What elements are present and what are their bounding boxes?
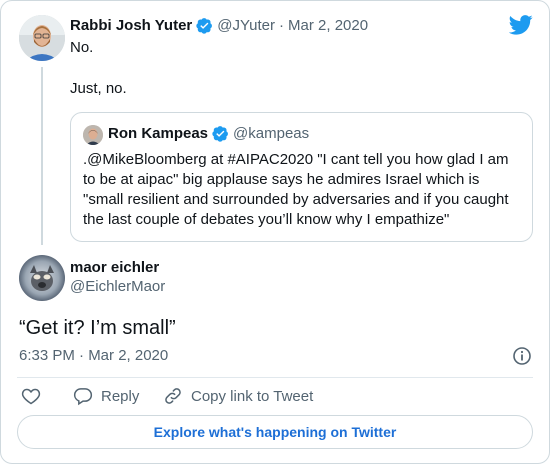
author-handle[interactable]: @JYuter bbox=[217, 17, 275, 34]
like-button[interactable] bbox=[21, 386, 41, 406]
quote-text: .@MikeBloomberg at #AIPAC2020 "I cant te… bbox=[83, 151, 509, 228]
info-icon[interactable] bbox=[512, 346, 532, 366]
heart-icon bbox=[21, 388, 41, 405]
reply-icon bbox=[73, 388, 93, 406]
avatar[interactable] bbox=[19, 15, 65, 61]
author-name[interactable]: maor eichler bbox=[70, 259, 159, 276]
reply-button[interactable]: Reply bbox=[73, 386, 139, 406]
verified-badge-icon bbox=[212, 126, 228, 142]
verified-badge-icon bbox=[196, 18, 213, 34]
tweet1-header: Rabbi Josh Yuter @JYuter · Mar 2, 2020 bbox=[70, 17, 368, 34]
author-handle[interactable]: @EichlerMaor bbox=[70, 278, 165, 295]
author-name: Ron Kampeas bbox=[108, 125, 209, 142]
explore-button[interactable]: Explore what's happening on Twitter bbox=[17, 415, 533, 449]
avatar-image bbox=[83, 125, 103, 145]
avatar-image bbox=[19, 15, 65, 61]
tweet2-text: “Get it? I’m small” bbox=[19, 317, 176, 339]
tweet-timestamp[interactable]: 6:33 PM · Mar 2, 2020 bbox=[19, 347, 168, 364]
twitter-bird-icon[interactable] bbox=[509, 15, 533, 35]
quote-header: Ron Kampeas @kampeas bbox=[108, 125, 309, 142]
link-icon bbox=[165, 388, 181, 404]
author-handle: @kampeas bbox=[233, 125, 310, 142]
tweet1-line1: No. bbox=[70, 39, 94, 56]
reply-label: Reply bbox=[101, 387, 140, 405]
tweet-date[interactable]: Mar 2, 2020 bbox=[288, 17, 368, 34]
thread-connector bbox=[41, 67, 43, 245]
avatar-image bbox=[19, 255, 65, 301]
tweet-embed-card: Rabbi Josh Yuter @JYuter · Mar 2, 2020 N… bbox=[0, 0, 550, 464]
separator: · bbox=[279, 17, 285, 34]
author-name[interactable]: Rabbi Josh Yuter bbox=[70, 17, 192, 34]
avatar bbox=[83, 125, 103, 145]
divider bbox=[17, 377, 533, 378]
tweet1-line2: Just, no. bbox=[70, 80, 127, 97]
copy-link-button[interactable]: Copy link to Tweet bbox=[163, 386, 313, 406]
copy-link-label: Copy link to Tweet bbox=[191, 387, 314, 405]
quoted-tweet[interactable]: Ron Kampeas @kampeas .@MikeBloomberg at … bbox=[70, 112, 533, 242]
avatar[interactable] bbox=[19, 255, 65, 301]
